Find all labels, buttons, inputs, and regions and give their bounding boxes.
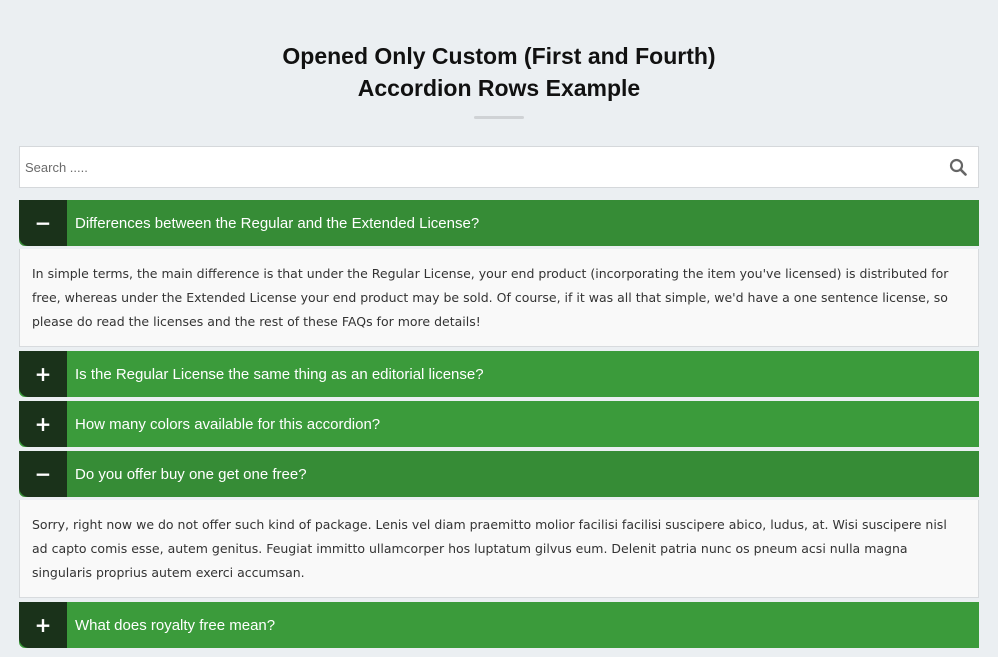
accordion-question: Differences between the Regular and the … <box>75 214 480 232</box>
accordion-header[interactable]: + How many colors available for this acc… <box>19 401 979 447</box>
search-bar <box>19 146 979 188</box>
accordion-header[interactable]: + What does royalty free mean? <box>19 602 979 648</box>
page-title: Opened Only Custom (First and Fourth) Ac… <box>0 40 998 104</box>
accordion-item: + Is the Regular License the same thing … <box>19 351 979 397</box>
accordion: − Differences between the Regular and th… <box>19 200 979 648</box>
accordion-header[interactable]: + Is the Regular License the same thing … <box>19 351 979 397</box>
accordion-item: − Do you offer buy one get one free? Sor… <box>19 451 979 598</box>
accordion-answer: Sorry, right now we do not offer such ki… <box>19 500 979 598</box>
accordion-item: − Differences between the Regular and th… <box>19 200 979 347</box>
search-input[interactable] <box>25 148 905 186</box>
search-icon[interactable] <box>948 157 968 177</box>
accordion-header[interactable]: − Do you offer buy one get one free? <box>19 451 979 497</box>
page-title-line-2: Accordion Rows Example <box>357 75 641 101</box>
accordion-item: + What does royalty free mean? <box>19 602 979 648</box>
accordion-item: + How many colors available for this acc… <box>19 401 979 447</box>
accordion-answer: In simple terms, the main difference is … <box>19 249 979 347</box>
accordion-question: How many colors available for this accor… <box>75 415 381 433</box>
accordion-header[interactable]: − Differences between the Regular and th… <box>19 200 979 246</box>
plus-icon[interactable]: + <box>19 351 67 397</box>
accordion-question: What does royalty free mean? <box>75 616 276 634</box>
faq-container: − Differences between the Regular and th… <box>19 146 979 652</box>
minus-icon[interactable]: − <box>19 451 67 497</box>
plus-icon[interactable]: + <box>19 602 67 648</box>
accordion-question: Is the Regular License the same thing as… <box>75 365 484 383</box>
page-title-line-1: Opened Only Custom (First and Fourth) <box>282 43 716 69</box>
title-divider <box>474 116 524 119</box>
minus-icon[interactable]: − <box>19 200 67 246</box>
accordion-question: Do you offer buy one get one free? <box>75 465 307 483</box>
plus-icon[interactable]: + <box>19 401 67 447</box>
